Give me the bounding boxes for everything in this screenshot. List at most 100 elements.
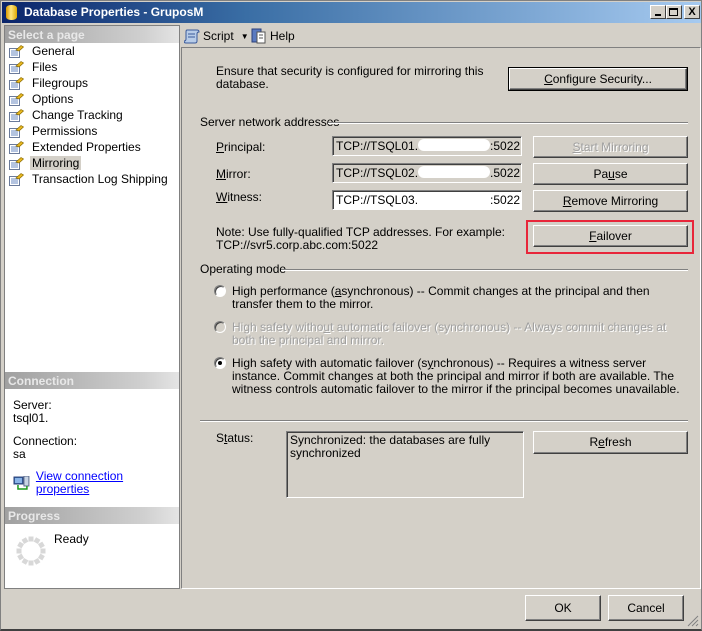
left-pane: Select a page General Files Filegroups Opti… [4,25,180,589]
server-value: tsql01. [13,411,49,425]
page-wrench-icon [9,125,24,138]
sidebar-item-label: Files [32,60,58,74]
help-label: Help [270,29,295,43]
script-scroll-icon [184,29,200,44]
status-value: Synchronized: the databases are fully sy… [290,433,491,460]
page-wrench-icon [9,109,24,122]
sidebar-item-transaction-log-shipping[interactable]: Transaction Log Shipping [5,171,179,187]
page-wrench-icon [9,77,24,90]
sidebar-item-change-tracking[interactable]: Change Tracking [5,107,179,123]
mirror-value-prefix: TCP://TSQL02. [336,166,419,180]
sidebar-item-mirroring[interactable]: Mirroring [5,155,179,171]
view-connection-properties[interactable]: View connection properties [13,470,179,496]
configure-security-button[interactable]: Configure Security... [508,67,688,91]
sidebar-item-options[interactable]: Options [5,91,179,107]
principal-value-prefix: TCP://TSQL01. [336,139,419,153]
sidebar-item-label: Filegroups [32,76,89,90]
maximize-button[interactable] [666,5,682,19]
sidebar-item-label: Options [32,92,74,106]
witness-label: Witness: [216,190,263,204]
sidebar-item-general[interactable]: General [5,43,179,59]
group-divider [328,122,688,124]
sidebar-item-filegroups[interactable]: Filegroups [5,75,179,91]
connection-properties-icon [13,475,30,490]
page-wrench-icon [9,141,24,154]
close-icon: X [688,6,696,18]
remove-mirroring-button[interactable]: Remove Mirroring [533,190,688,212]
radio-selected-dot [218,361,222,365]
connection-header: Connection [5,372,179,389]
select-page-header: Select a page [5,26,179,43]
redacted-region [418,139,491,151]
mode-high-safety-no-failover-radio[interactable] [214,321,226,333]
spinner-segment [37,541,45,549]
principal-label: Principal: [216,140,266,154]
redacted-region [418,166,491,178]
mode-high-safety-failover-radio[interactable] [214,357,226,369]
sidebar-item-extended-properties[interactable]: Extended Properties [5,139,179,155]
script-label: Script [203,29,234,43]
refresh-button[interactable]: Refresh [533,431,688,454]
start-mirroring-button[interactable]: Start Mirroring [533,136,688,158]
spinner-segment [33,557,41,565]
progress-header: Progress [5,507,179,524]
mirror-address-field[interactable]: TCP://TSQL02. .5022 [332,163,522,183]
help-book-icon [251,28,266,44]
page-list: General Files Filegroups Options Change Trac… [5,43,179,187]
spinner-segment [40,548,46,554]
database-properties-dialog: Database Properties - GruposM X Select a… [0,0,702,631]
witness-address-field[interactable]: TCP://TSQL03. :5022 [332,190,522,210]
mode-high-safety-failover-label[interactable]: High safety with automatic failover (syn… [232,357,687,396]
toolbar: Script ▼ Help [181,25,701,47]
window-title: Database Properties - GruposM [24,5,204,19]
operating-mode-group: Operating mode [200,262,287,276]
server-network-addresses-group: Server network addresses [200,115,340,129]
witness-value-suffix: :5022 [490,193,521,207]
status-divider [200,420,688,422]
page-wrench-icon [9,61,24,74]
help-button[interactable]: Help [251,28,295,44]
principal-value-suffix: :5022 [490,139,521,153]
minimize-button[interactable] [650,5,666,19]
principal-address-field[interactable]: TCP://TSQL01. :5022 [332,136,522,156]
cancel-button[interactable]: Cancel [608,595,684,621]
group-divider [281,269,688,271]
page-wrench-icon [9,157,24,170]
security-note: Ensure that security is configured for m… [216,64,484,91]
sidebar-item-label: Mirroring [30,156,82,170]
view-connection-properties-link[interactable]: View connection properties [36,470,179,496]
sidebar-item-permissions[interactable]: Permissions [5,123,179,139]
close-button[interactable]: X [684,5,700,19]
sidebar-item-label: General [32,44,75,58]
mode-high-performance-label[interactable]: High performance (asynchronous) -- Commi… [232,285,687,311]
spinner-segment [33,537,41,545]
spinner-segment [28,560,34,566]
sidebar-item-label: Transaction Log Shipping [32,172,168,186]
page-wrench-icon [9,93,24,106]
title-bar[interactable]: Database Properties - GruposM X [2,2,701,23]
script-button[interactable]: Script ▼ [184,28,249,44]
failover-highlight-box [526,220,694,254]
connection-value: sa [13,447,26,461]
resize-grip-icon[interactable] [687,615,699,627]
mode-high-safety-no-failover-label[interactable]: High safety without automatic failover (… [232,321,687,347]
redacted-region [418,193,491,205]
sidebar-item-files[interactable]: Files [5,59,179,75]
sidebar-item-label: Permissions [32,124,98,138]
status-label: Status: [216,431,254,445]
maximize-icon [669,8,678,16]
mirroring-page: Ensure that security is configured for m… [181,47,701,589]
script-dropdown-icon[interactable]: ▼ [241,32,249,41]
spinner-segment [17,553,25,561]
spinner-segment [37,553,45,561]
progress-status: Ready [54,532,89,546]
page-wrench-icon [9,45,24,58]
page-wrench-icon [9,173,24,186]
spinner-segment [21,537,29,545]
ok-button[interactable]: OK [525,595,601,621]
mode-high-performance-radio[interactable] [214,285,226,297]
spinner-segment [16,548,22,554]
pause-button[interactable]: Pause [533,163,688,185]
mirror-value-suffix: .5022 [490,166,521,180]
witness-value-prefix: TCP://TSQL03. [336,193,419,207]
